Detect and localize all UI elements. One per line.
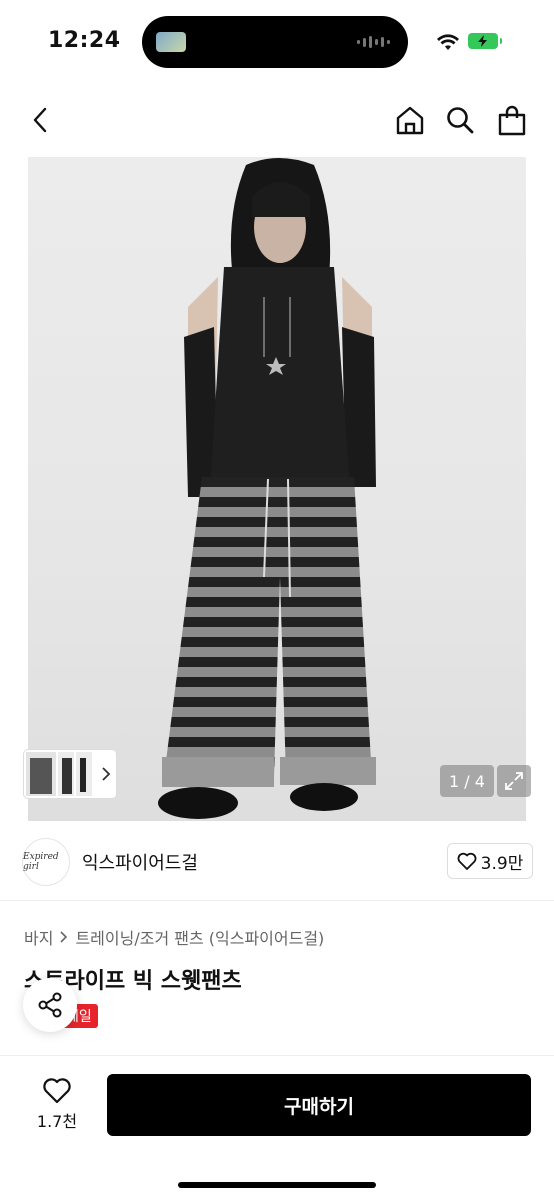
expand-icon [505, 772, 523, 790]
product-image[interactable] [28, 157, 526, 821]
shop-row[interactable]: Expired girl 익스파이어드걸 3.9만 [0, 830, 554, 901]
bottom-action-bar: 1.7천 구매하기 [0, 1055, 554, 1201]
shop-like-button[interactable]: 3.9만 [447, 843, 533, 879]
breadcrumb: 바지 트레이닝/조거 팬츠 (익스파이어드걸) [24, 925, 324, 949]
status-time: 12:24 [48, 28, 121, 53]
back-button[interactable] [20, 100, 60, 140]
expand-button[interactable] [497, 765, 531, 797]
shop-like-count: 3.9만 [480, 853, 524, 874]
heart-icon [457, 852, 477, 870]
wifi-icon [437, 34, 459, 50]
shopping-bag-icon [498, 105, 526, 136]
home-button[interactable] [390, 100, 430, 140]
thumbnail-strip[interactable] [24, 750, 116, 798]
now-playing-thumbnail [156, 32, 186, 52]
home-icon [396, 106, 424, 135]
top-nav [0, 90, 554, 150]
wishlist-count: 1.7천 [36, 1112, 78, 1131]
image-counter: 1 / 4 [440, 765, 494, 797]
heart-icon [43, 1078, 71, 1104]
search-button[interactable] [440, 100, 480, 140]
chevron-right-icon [60, 931, 68, 943]
breadcrumb-category[interactable]: 바지 [24, 925, 53, 949]
breadcrumb-subcategory[interactable]: 트레이닝/조거 팬츠 (익스파이어드걸) [75, 925, 324, 949]
search-icon [447, 107, 474, 134]
audio-wave-icon [357, 36, 390, 48]
dynamic-island [142, 16, 408, 68]
wishlist-button[interactable]: 1.7천 [30, 1076, 84, 1132]
status-bar: 12:24 [0, 0, 554, 80]
cart-button[interactable] [492, 100, 532, 140]
shop-logo[interactable]: Expired girl [22, 838, 70, 886]
chevron-left-icon [33, 107, 47, 133]
buy-button[interactable]: 구매하기 [107, 1074, 531, 1136]
model-photo [158, 158, 376, 819]
battery-icon [468, 33, 502, 49]
share-icon [38, 992, 62, 1018]
share-button[interactable] [23, 978, 77, 1032]
charging-bolt-icon [478, 35, 487, 47]
shop-name[interactable]: 익스파이어드걸 [82, 849, 198, 875]
chevron-right-icon [102, 767, 111, 781]
home-indicator[interactable] [178, 1182, 376, 1188]
